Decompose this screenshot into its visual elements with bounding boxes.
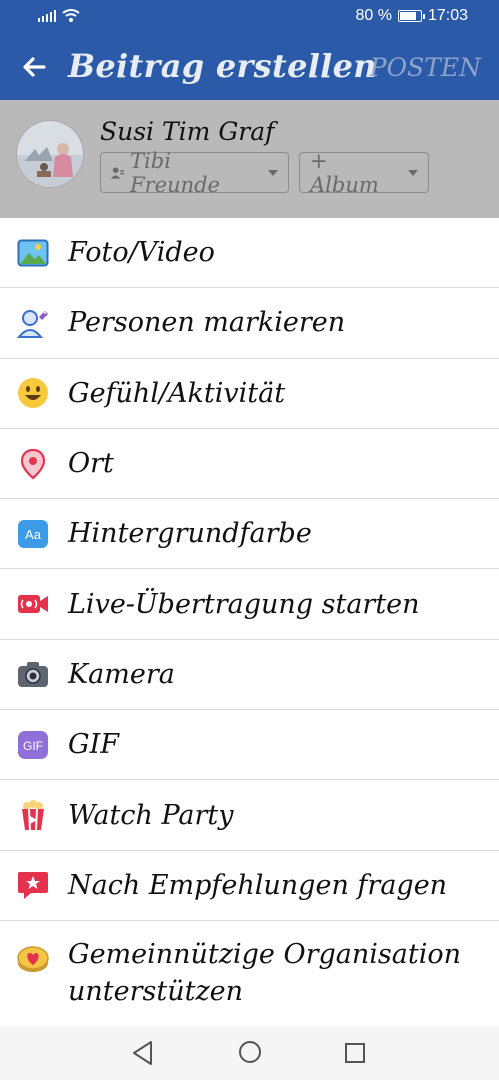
menu-item-watch-party[interactable]: Watch Party [0, 780, 499, 851]
nav-back-icon[interactable] [131, 1040, 155, 1066]
background-color-icon: Aa [18, 519, 48, 548]
photo-icon [17, 239, 49, 267]
system-nav-bar [0, 1026, 499, 1080]
album-selector[interactable]: + Album [299, 149, 429, 197]
status-right: 80 % 17:03 [355, 7, 468, 25]
clock: 17:03 [427, 7, 468, 24]
menu-item-gif[interactable]: GIF GIF [0, 710, 499, 781]
tag-people-icon [17, 309, 48, 338]
nav-home-icon[interactable] [238, 1040, 262, 1064]
svg-text:Aa: Aa [25, 527, 42, 542]
avatar[interactable] [16, 120, 84, 188]
friends-icon [111, 166, 125, 179]
menu-item-support-nonprofit[interactable]: Gemeinnützige Organisation unterstützen [0, 921, 499, 1027]
menu-item-label: Watch Party [68, 799, 234, 831]
nav-recent-apps-icon[interactable] [344, 1042, 366, 1064]
app-bar: Beitrag erstellen POSTEN [0, 34, 499, 100]
smiley-icon [18, 378, 48, 409]
menu-item-recommendations[interactable]: Nach Empfehlungen fragen [0, 851, 499, 921]
user-name: Susi Tim Graf [100, 117, 275, 146]
recommendation-icon [18, 872, 48, 900]
menu-item-background-color[interactable]: Aa Hintergrundfarbe [0, 499, 499, 570]
menu-item-label: Ort [68, 448, 114, 480]
chevron-down-icon [408, 169, 418, 176]
popcorn-icon [22, 800, 44, 831]
menu-item-label: Personen markieren [68, 307, 346, 339]
menu-item-location[interactable]: Ort [0, 429, 499, 500]
wifi-icon [62, 9, 80, 22]
profile-header: Susi Tim Graf Tibi Freunde + Album [0, 100, 499, 218]
menu-item-live-video[interactable]: Live-Übertragung starten [0, 569, 499, 640]
camera-icon [18, 662, 48, 688]
back-arrow-icon[interactable] [18, 51, 50, 83]
live-video-icon [18, 595, 48, 614]
donation-heart-icon [17, 946, 49, 972]
menu-item-photo-video[interactable]: Foto/Video [0, 218, 499, 289]
menu-item-label: Kamera [68, 658, 175, 690]
menu-item-label: Gefühl/Aktivität [68, 377, 286, 409]
status-left [38, 8, 80, 22]
audience-label: Tibi Freunde [130, 148, 220, 197]
menu-item-feeling[interactable]: Gefühl/Aktivität [0, 359, 499, 429]
signal-strength-icon [38, 10, 56, 22]
status-bar: 80 % 17:03 [0, 0, 499, 34]
battery-percent: 80 % [355, 7, 392, 24]
menu-item-label: Live-Übertragung starten [68, 588, 420, 620]
menu-item-tag-people[interactable]: Personen markieren [0, 288, 499, 359]
post-options-list: Foto/Video Personen markieren Gefühl/Akt… [0, 218, 499, 1027]
battery-icon [397, 10, 425, 22]
menu-item-label: Hintergrundfarbe [68, 518, 312, 550]
page-title: Beitrag erstellen [68, 47, 377, 85]
gif-icon: GIF [18, 730, 48, 759]
audience-selector[interactable]: Tibi Freunde [100, 149, 289, 197]
album-label: + Album [310, 148, 379, 197]
location-pin-icon [20, 448, 46, 479]
menu-item-label: Foto/Video [68, 237, 215, 269]
menu-item-label: Nach Empfehlungen fragen [68, 869, 448, 901]
menu-item-label: Gemeinnützige Organisation unterstützen [68, 938, 462, 1007]
chevron-down-icon [268, 169, 278, 176]
svg-text:GIF: GIF [23, 739, 43, 753]
post-button[interactable]: POSTEN [370, 53, 481, 82]
menu-item-camera[interactable]: Kamera [0, 640, 499, 711]
menu-item-label: GIF [68, 729, 119, 761]
